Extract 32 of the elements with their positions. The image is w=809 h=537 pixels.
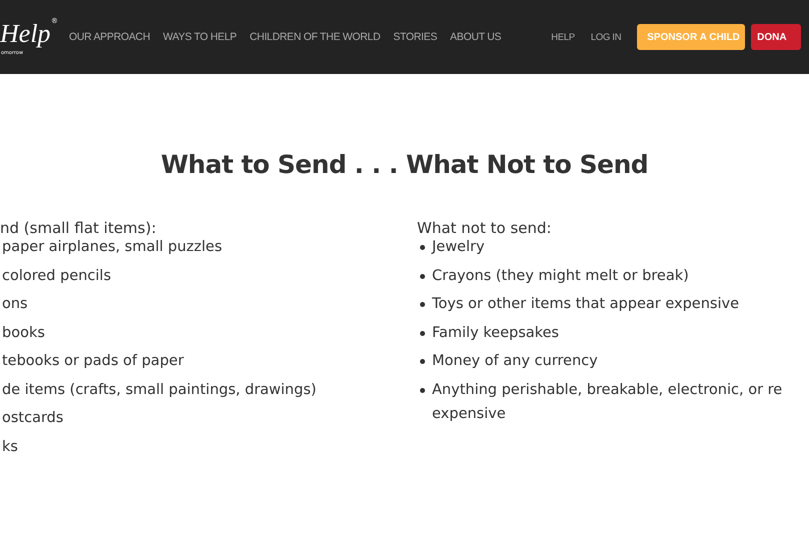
list-item: ks [1, 438, 19, 456]
bullet-icon [420, 359, 425, 364]
bullet-icon [420, 245, 425, 250]
column-heading: What not to send: [417, 219, 552, 237]
list-item: Jewelry [432, 238, 485, 257]
bullet-icon [420, 330, 425, 336]
list-item: paper airplanes, small puzzles [1, 238, 224, 257]
list-item: ons [1, 295, 29, 314]
list-item: colored pencils [1, 266, 112, 286]
list-item: Toys or other items that appear expensive [432, 295, 739, 314]
nav-link[interactable]: STORIES [393, 31, 438, 43]
utility-link[interactable]: LOG IN [590, 32, 622, 42]
column-heading: nd (small flat items): [0, 219, 158, 237]
list-item: Crayons (they might melt or break) [432, 266, 689, 286]
donate-button[interactable]: DONA [751, 24, 802, 50]
nav-link[interactable]: CHILDREN OF THE WORLD [250, 31, 380, 43]
list-item: Family keepsakes [432, 324, 559, 342]
nav-link[interactable]: OUR APPROACH [69, 31, 150, 43]
utility-link[interactable]: HELP [551, 32, 575, 42]
list-item: Money of any currency [432, 352, 598, 371]
list-item: Anything perishable, breakable, electronic, or re expensive [432, 380, 782, 424]
logo-word[interactable]: Help [0, 20, 51, 48]
bullet-icon [420, 388, 425, 392]
list-item: tebooks or pads of paper [1, 352, 185, 371]
nav-link[interactable]: ABOUT US [450, 31, 502, 43]
list-item: de items (crafts, small paintings, drawings) [1, 380, 318, 400]
list-item: books [1, 324, 46, 342]
nav-link[interactable]: WAYS TO HELP [163, 31, 237, 43]
bullet-icon [420, 302, 425, 307]
bullet-icon [420, 274, 425, 278]
page-title: What to Send . . . What Not to Send [160, 149, 650, 181]
list-item: ostcards [1, 409, 64, 428]
